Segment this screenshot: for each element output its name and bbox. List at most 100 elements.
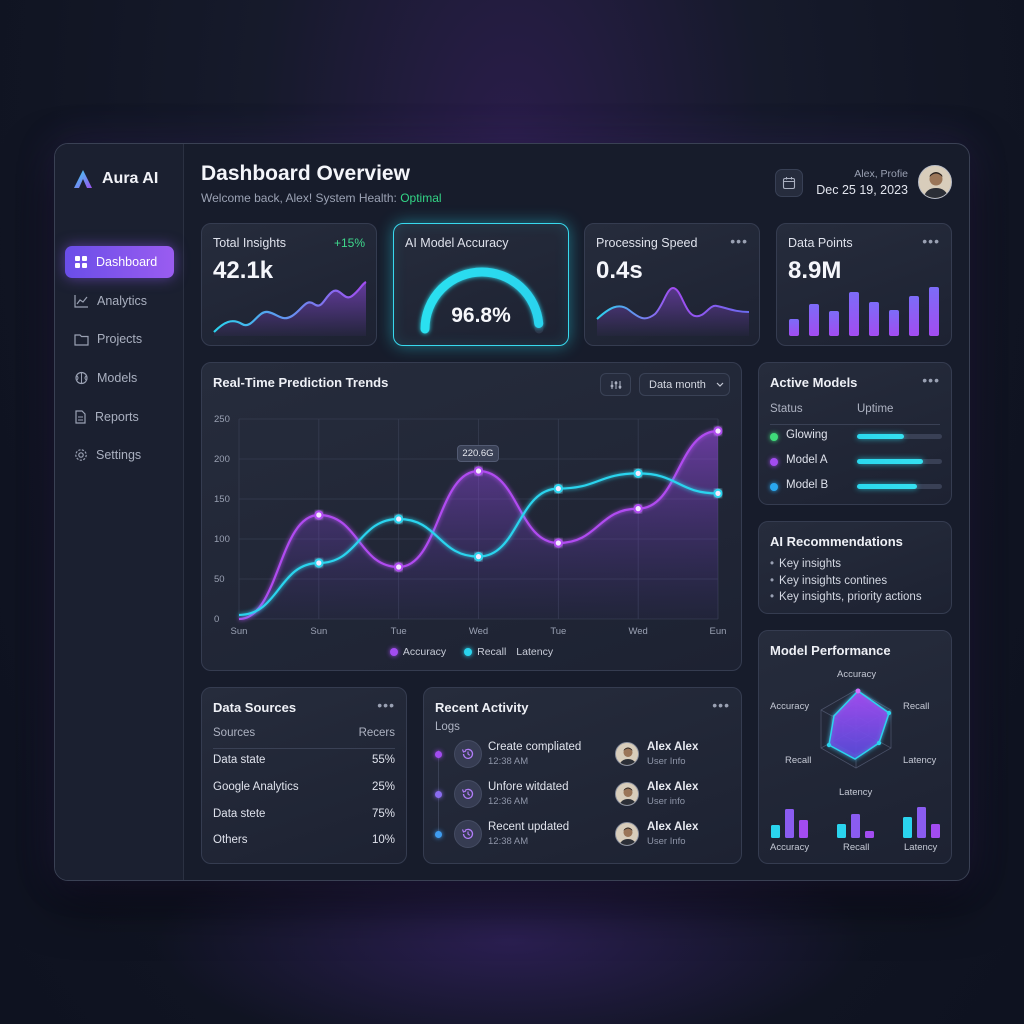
list-item[interactable]: Model B	[770, 479, 942, 495]
data-point-recall	[553, 484, 563, 494]
avatar[interactable]	[615, 742, 639, 766]
brand[interactable]: Aura AI	[72, 168, 158, 190]
data-points-bars	[789, 287, 939, 336]
kpi-card-total-insights[interactable]: Total Insights +15% 42.1k	[201, 223, 377, 346]
uptime-bar-fill	[857, 434, 904, 439]
column-header-recers: Recers	[358, 727, 395, 739]
recent-activity-card: Recent Activity ••• Logs Create compliat…	[423, 687, 742, 864]
sidebar-item-label: Settings	[96, 448, 142, 463]
radar-label-left-top: Accuracy	[770, 701, 810, 712]
list-item[interactable]: Glowing	[770, 429, 942, 445]
kpi-value: 96.8%	[451, 304, 511, 327]
source-name: Google Analytics	[213, 781, 299, 793]
recommendations-card: AI Recommendations Key insights Key insi…	[758, 521, 952, 614]
sidebar-item-analytics[interactable]: Analytics	[65, 285, 174, 317]
list-item[interactable]: Key insights, priority actions	[770, 589, 922, 606]
table-header: Sources Recers	[213, 727, 395, 749]
avatar[interactable]	[615, 782, 639, 806]
logo-icon	[74, 170, 92, 188]
line-chart-icon	[74, 294, 88, 308]
user-photo-icon	[919, 166, 951, 198]
radar-label-bottom: Latency	[839, 787, 873, 798]
data-point-accuracy	[394, 562, 404, 572]
document-icon	[75, 410, 86, 424]
y-tick-label: 0	[214, 614, 219, 625]
chart-tooltip: 220.6G	[457, 445, 499, 462]
activity-user-info: User Info	[647, 756, 686, 767]
data-point-accuracy	[473, 466, 484, 476]
sidebar-item-dashboard[interactable]: Dashboard	[65, 246, 174, 278]
kpi-card-data-points[interactable]: Data Points ••• 8.9M	[776, 223, 952, 346]
folder-icon	[74, 334, 89, 346]
mini-bar-label: Latency	[904, 842, 938, 853]
table-row[interactable]: Data state 55%	[213, 754, 395, 770]
sidebar-item-settings[interactable]: Settings	[65, 439, 174, 471]
source-value: 25%	[371, 781, 395, 793]
sidebar-item-label: Analytics	[97, 293, 148, 308]
activity-row[interactable]: Unfore witdated 12:36 AM Alex Alex User inf…	[435, 780, 735, 810]
sidebar-item-models[interactable]: Models	[65, 362, 174, 394]
page-title: Dashboard Overview	[201, 162, 410, 185]
uptime-bar-fill	[857, 459, 924, 464]
mini-bar-group-accuracy	[771, 809, 808, 838]
activity-user: Alex Alex	[647, 821, 699, 833]
avatar[interactable]	[615, 822, 639, 846]
sidebar-nav: Dashboard Analytics Projects Models Repo…	[65, 246, 174, 478]
column-header-status: Status	[770, 403, 803, 415]
x-tick-label: Tue	[391, 626, 407, 637]
sparkline-insights	[213, 281, 367, 336]
kpi-card-accuracy[interactable]: AI Model Accuracy 96.8%	[393, 223, 569, 346]
gear-icon	[75, 449, 87, 462]
legend-item-recall: Recall	[464, 646, 506, 658]
sidebar-item-reports[interactable]: Reports	[65, 401, 174, 433]
table-row[interactable]: Data stete 75%	[213, 808, 395, 824]
calendar-button[interactable]	[775, 169, 803, 197]
activity-title: Create compliated	[488, 741, 582, 753]
model-name: Model B	[786, 479, 829, 491]
active-models-card: Active Models ••• Status Uptime Glowing M…	[758, 362, 952, 505]
timeline-dot	[435, 751, 442, 758]
list-item[interactable]: Key insights contines	[770, 573, 922, 590]
status-dot	[770, 458, 778, 466]
data-sources-card: Data Sources ••• Sources Recers Data sta…	[201, 687, 407, 864]
column-header-uptime: Uptime	[857, 403, 894, 415]
model-name: Glowing	[786, 429, 828, 441]
uptime-bar	[857, 484, 942, 489]
more-options-icon[interactable]: •••	[922, 372, 940, 388]
uptime-bar	[857, 434, 942, 439]
source-value: 10%	[371, 834, 395, 846]
data-point-recall	[713, 488, 723, 498]
trend-chart: 0 50 100 150 200 250 Sun Sun Tue Wed Tue Wed Eun	[214, 414, 726, 637]
x-tick-label: Sun	[310, 626, 327, 637]
table-row[interactable]: Google Analytics 25%	[213, 781, 395, 797]
mini-bar-label: Recall	[843, 842, 870, 853]
list-item[interactable]: Model A	[770, 454, 942, 470]
activity-user-info: User info	[647, 796, 686, 807]
radar-label-left-bottom: Recall	[785, 755, 812, 766]
table-row[interactable]: Others 10%	[213, 834, 395, 850]
activity-row[interactable]: Create compliated 12:38 AM Alex Alex User I…	[435, 740, 735, 770]
data-point-accuracy	[633, 504, 643, 514]
history-icon	[454, 780, 482, 808]
activity-user-info: User Info	[647, 836, 686, 847]
sidebar-item-projects[interactable]: Projects	[65, 323, 174, 355]
model-performance-card: Model Performance Accuracy Accuracy Reca…	[758, 630, 952, 864]
kpi-card-processing-speed[interactable]: Processing Speed ••• 0.4s	[584, 223, 760, 346]
avatar[interactable]	[918, 165, 952, 199]
source-name: Others	[213, 834, 248, 846]
activity-title: Recent updated	[488, 821, 570, 833]
legend-item-accuracy: Accuracy	[389, 646, 446, 658]
radar-label-top: Accuracy	[837, 669, 877, 680]
more-options-icon[interactable]: •••	[377, 697, 395, 713]
table-header: Status Uptime	[770, 403, 940, 425]
brain-icon	[75, 371, 88, 385]
more-options-icon[interactable]: •••	[712, 697, 730, 713]
data-point-accuracy	[553, 538, 563, 548]
uptime-bar-fill	[857, 484, 917, 489]
list-item[interactable]: Key insights	[770, 556, 922, 573]
activity-row[interactable]: Recent updated 12:38 AM Alex Alex User Info	[435, 820, 735, 850]
uptime-bar	[857, 459, 942, 464]
sparkline-speed	[596, 286, 750, 336]
source-name: Data stete	[213, 808, 266, 820]
source-value: 55%	[371, 754, 395, 766]
